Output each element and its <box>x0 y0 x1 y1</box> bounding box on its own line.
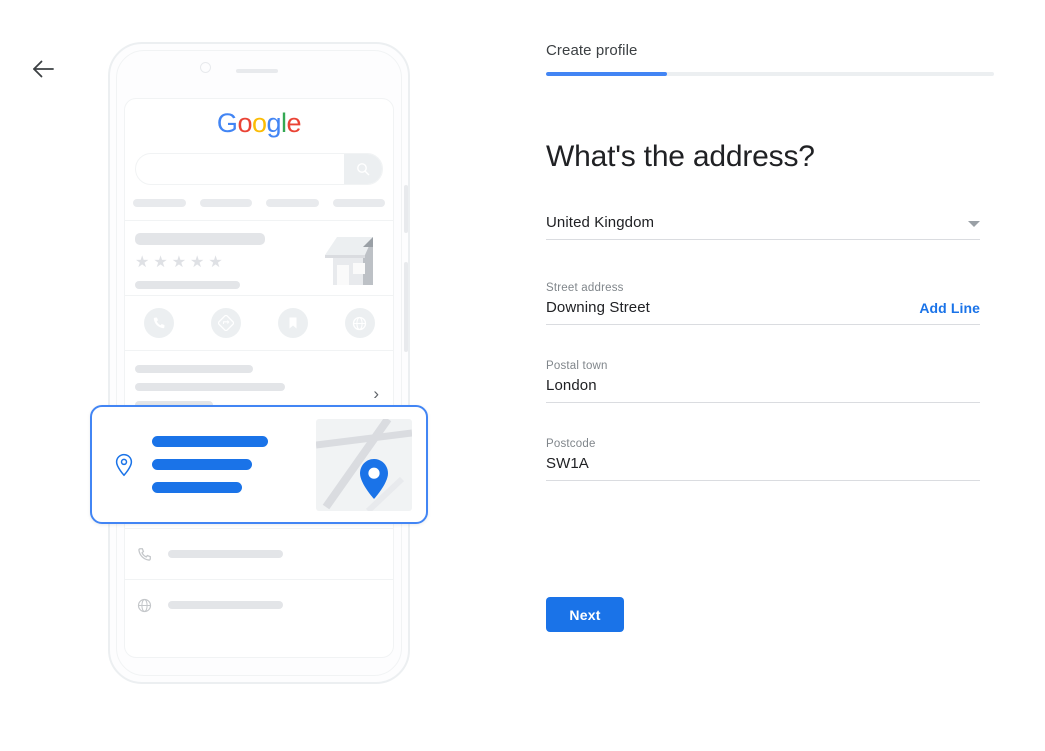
phone-icon <box>138 547 151 561</box>
progress-fill <box>546 72 667 76</box>
storefront-icon <box>325 237 373 285</box>
business-name-placeholder <box>135 233 265 245</box>
phone-screen: Google ★★★★★ › <box>124 98 394 658</box>
save-action-button[interactable] <box>277 308 308 338</box>
map-graphic <box>316 418 412 511</box>
action-button-row <box>125 295 393 351</box>
phone-speaker <box>236 69 278 73</box>
globe-icon <box>352 316 367 330</box>
page-title: What's the address? <box>546 140 815 174</box>
filter-chip[interactable] <box>133 199 186 207</box>
next-button[interactable]: Next <box>546 597 624 632</box>
chevron-right-icon[interactable]: › <box>373 385 379 402</box>
chevron-down-icon[interactable] <box>968 221 980 227</box>
search-input[interactable] <box>135 153 383 185</box>
phone-illustration: Google ★★★★★ › <box>0 0 520 751</box>
search-icon <box>357 163 370 176</box>
phone-number-placeholder <box>168 550 283 558</box>
filter-chip[interactable] <box>199 199 252 207</box>
progress-bar <box>546 72 994 76</box>
postcode-input[interactable]: SW1A <box>546 455 980 481</box>
postcode-value: SW1A <box>546 455 589 472</box>
postal-town-label: Postal town <box>546 360 608 372</box>
field-postcode: Postcode SW1A <box>546 438 980 481</box>
business-summary: ★★★★★ <box>125 221 393 295</box>
website-placeholder <box>168 601 283 609</box>
detail-line-placeholder <box>135 365 253 373</box>
filter-chip[interactable] <box>332 199 385 207</box>
address-line-placeholder <box>152 482 242 493</box>
phone-side-button-volume <box>404 185 408 233</box>
create-profile-panel: Create profile What's the address? Unite… <box>546 0 994 751</box>
street-address-value: Downing Street <box>546 299 650 316</box>
address-highlight-card[interactable] <box>90 405 428 524</box>
search-button[interactable] <box>344 154 382 184</box>
directions-action-button[interactable] <box>210 308 241 338</box>
street-address-label: Street address <box>546 282 624 294</box>
address-line-placeholder <box>152 436 268 447</box>
country-select[interactable]: United Kingdom <box>546 214 980 240</box>
phone-icon <box>153 317 164 329</box>
phone-info-row[interactable] <box>125 528 393 579</box>
filter-chip[interactable] <box>266 199 319 207</box>
phone-side-button-power <box>404 262 408 352</box>
add-line-link[interactable]: Add Line <box>919 300 980 316</box>
field-street-address: Street address Downing Street Add Line <box>546 282 980 325</box>
postal-town-value: London <box>546 377 597 394</box>
postal-town-input[interactable]: London <box>546 377 980 403</box>
globe-icon <box>137 598 152 612</box>
location-pin-icon <box>115 453 133 476</box>
phone-camera-icon <box>200 62 211 73</box>
directions-icon <box>217 315 234 331</box>
map-thumbnail[interactable] <box>316 418 412 511</box>
website-info-row[interactable] <box>125 579 393 630</box>
address-line-placeholder <box>152 459 252 470</box>
detail-line-placeholder <box>135 383 285 391</box>
country-value: United Kingdom <box>546 214 655 231</box>
business-subtitle-placeholder <box>135 281 240 289</box>
call-action-button[interactable] <box>143 308 174 338</box>
postcode-label: Postcode <box>546 438 596 450</box>
field-postal-town: Postal town London <box>546 360 980 403</box>
filter-chip-row <box>133 199 385 207</box>
field-country: United Kingdom <box>546 214 980 240</box>
address-form: United Kingdom Street address Downing St… <box>546 214 980 481</box>
website-action-button[interactable] <box>344 308 375 338</box>
step-label: Create profile <box>546 42 638 59</box>
address-line-placeholders <box>152 436 316 493</box>
street-address-input[interactable]: Downing Street Add Line <box>546 299 980 325</box>
google-logo: Google <box>216 108 302 138</box>
bookmark-icon <box>289 317 296 329</box>
